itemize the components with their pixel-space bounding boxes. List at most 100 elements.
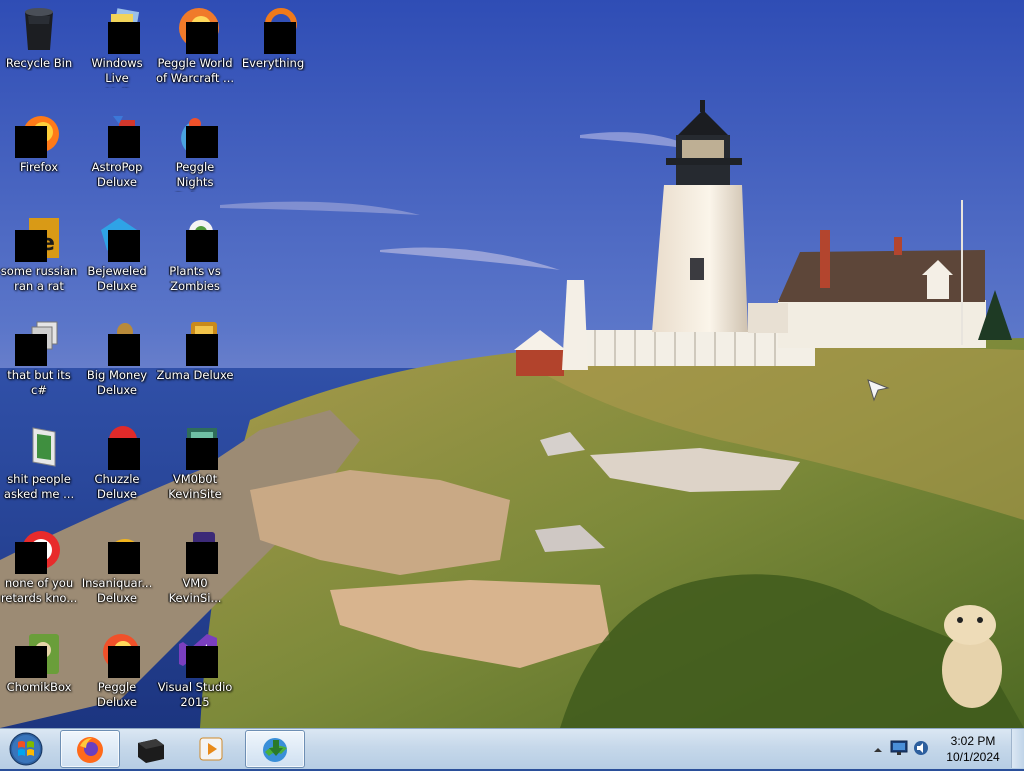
chomikbox-icon (15, 630, 63, 678)
desktop-icon-chomikbox[interactable]: ChomikBox (0, 626, 78, 726)
redaction-box (15, 126, 47, 158)
redaction-box (108, 126, 140, 158)
system-tray: 3:02 PM 10/1/2024 (864, 729, 1024, 769)
icon-label: Recycle Bin (5, 56, 73, 70)
peggle-deluxe-icon (93, 630, 141, 678)
desktop-icon-firefox[interactable]: Firefox (0, 106, 78, 206)
show-hidden-icons-chevron-icon[interactable] (872, 741, 884, 760)
firefox-icon (77, 737, 103, 763)
folder-icon (15, 422, 63, 470)
opera-like-icon (15, 526, 63, 574)
vm-purple-icon (171, 526, 219, 574)
redaction-box (108, 230, 140, 262)
desktop-icon-everything[interactable]: Everything (234, 2, 312, 102)
everything-search-icon (249, 6, 297, 54)
black-box-icon (138, 739, 164, 763)
recycle-bin-icon (15, 6, 63, 54)
windows-start-orb-icon (9, 732, 43, 766)
redaction-box (108, 646, 140, 678)
cursed-app-icon: e (15, 214, 63, 262)
desktop-icon-that-but-its-c-sharp[interactable]: that but its c# (0, 314, 78, 414)
clock-time[interactable]: 3:02 PM (938, 734, 1008, 748)
vm-shortcut-icon (171, 422, 219, 470)
taskbar-firefox-button[interactable] (60, 730, 120, 768)
icon-label: that but its c# (7, 368, 71, 397)
redaction-box (186, 646, 218, 678)
redaction-box (186, 542, 218, 574)
taskbar-terminal-button[interactable] (121, 730, 179, 766)
redaction-box (186, 126, 218, 158)
desktop-icon-peggle-deluxe[interactable]: Peggle Deluxe (78, 626, 156, 726)
desktop-icon-big-money-deluxe[interactable]: Big Money Deluxe (78, 314, 156, 414)
clock-date[interactable]: 10/1/2024 (938, 750, 1008, 764)
desktop-icon-vm0-kevinsite[interactable]: VM0 KevinSi... (156, 522, 234, 622)
redaction-box (186, 438, 218, 470)
play-icon (199, 737, 223, 761)
icon-label: Big Money Deluxe (86, 368, 148, 397)
icon-label: Peggle Nights Deluxe (175, 160, 215, 192)
icon-label: Zuma Deluxe (156, 368, 234, 382)
redaction-box (15, 334, 47, 366)
icon-label: Visual Studio 2015 (157, 680, 233, 709)
desktop-icon-windows-live-mail[interactable]: Windows Live Mail (78, 2, 156, 102)
taskbar-media-player-button[interactable] (182, 730, 240, 766)
desktop-icon-some-russian-ran-a-rat[interactable]: e some russian ran a rat (0, 210, 78, 310)
desktop-icon-insaniquarium-deluxe[interactable]: Insaniquar... Deluxe (78, 522, 156, 622)
bejeweled-icon (93, 214, 141, 262)
redaction-box (264, 22, 296, 54)
icon-label: Everything (241, 56, 305, 70)
redaction-box (186, 22, 218, 54)
astropop-icon (93, 110, 141, 158)
mouse-cursor (867, 379, 890, 402)
icon-label: some russian ran a rat (0, 264, 78, 293)
icon-label: shit people asked me ... (3, 472, 75, 501)
big-money-icon (93, 318, 141, 366)
desktop-icon-recycle-bin[interactable]: Recycle Bin (0, 2, 78, 102)
monitor-network-icon[interactable] (890, 740, 908, 760)
redaction-box (108, 334, 140, 366)
icon-label: Firefox (19, 160, 59, 174)
icon-label: AstroPop Deluxe (91, 160, 143, 189)
windows-live-mail-icon (93, 6, 141, 54)
icon-label: Bejeweled Deluxe (87, 264, 147, 293)
chuzzle-icon (93, 422, 141, 470)
taskbar-download-manager-button[interactable] (245, 730, 305, 768)
icon-label: Windows Live Mail (91, 56, 143, 88)
desktop-icon-chuzzle-deluxe[interactable]: Chuzzle Deluxe (78, 418, 156, 518)
desktop-icon-shit-people-asked-me[interactable]: shit people asked me ... (0, 418, 78, 518)
desktop-icon-none-of-you-retards-kno[interactable]: none of you retards kno... (0, 522, 78, 622)
icon-label: VM0 KevinSi... (168, 576, 222, 605)
redaction-box (108, 542, 140, 574)
zuma-icon (171, 318, 219, 366)
icon-label: Plants vs Zombies (169, 264, 221, 293)
stacked-windows-icon (15, 318, 63, 366)
desktop-icon-peggle-nights-deluxe[interactable]: Peggle Nights Deluxe (156, 106, 234, 206)
desktop-icon-peggle-world-of-warcraft[interactable]: Peggle World of Warcraft ... (156, 2, 234, 102)
desktop-icon-visual-studio-2015[interactable]: Visual Studio 2015 (156, 626, 234, 726)
desktop-icon-zuma-deluxe[interactable]: Zuma Deluxe (156, 314, 234, 414)
firefox-icon (15, 110, 63, 158)
visual-studio-icon (171, 630, 219, 678)
peggle-nights-icon (171, 110, 219, 158)
icon-label: ChomikBox (6, 680, 72, 694)
icon-label: VM0b0t KevinSite (168, 472, 222, 501)
desktop-icon-astropop-deluxe[interactable]: AstroPop Deluxe (78, 106, 156, 206)
desktop-icon-vm0b0t-kevinsite[interactable]: VM0b0t KevinSite (156, 418, 234, 518)
desktop-icon-bejeweled-deluxe[interactable]: Bejeweled Deluxe (78, 210, 156, 310)
icon-label: Peggle World of Warcraft ... (156, 56, 234, 85)
peggle-world-of-warcraft-icon (171, 6, 219, 54)
insaniquarium-icon (93, 526, 141, 574)
start-button[interactable] (6, 731, 46, 767)
icon-label: Insaniquar... Deluxe (81, 576, 153, 605)
show-desktop-button[interactable] (1011, 729, 1024, 768)
desktop-icon-plants-vs-zombies[interactable]: Plants vs Zombies (156, 210, 234, 310)
redaction-box (186, 230, 218, 262)
redaction-box (15, 230, 47, 262)
redaction-box (108, 22, 140, 54)
redaction-box (108, 438, 140, 470)
speaker-icon[interactable] (912, 740, 930, 760)
redaction-box (15, 646, 47, 678)
icon-label: none of you retards kno... (0, 576, 78, 605)
redaction-box (186, 334, 218, 366)
download-globe-icon (263, 738, 287, 762)
